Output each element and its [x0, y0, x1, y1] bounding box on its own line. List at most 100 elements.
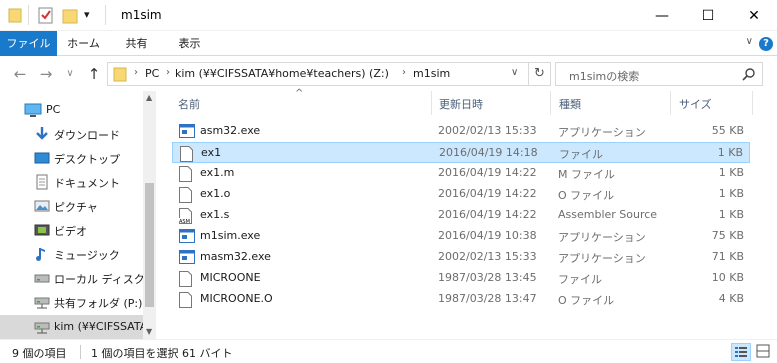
file-row[interactable]: ASM ex1.s 2016/04/19 14:22 Assembler Sou… [172, 205, 750, 226]
nav-item-label: ドキュメント [54, 177, 120, 190]
exe-icon [179, 124, 195, 139]
exe-icon [179, 229, 195, 244]
item-count: 9 個の項目 [12, 347, 67, 360]
pictures-icon [34, 198, 50, 214]
file-row[interactable]: ex1.o 2016/04/19 14:22 O ファイル 1 KB [172, 184, 750, 205]
file-size: 4 KB [718, 292, 744, 305]
nav-pane-scrollbar[interactable]: ▲ ▼ [143, 91, 156, 339]
large-icons-view-button[interactable] [754, 343, 774, 361]
search-box[interactable]: m1simの検索 [555, 62, 763, 86]
column-divider[interactable] [431, 91, 432, 115]
sort-indicator-icon: ^ [295, 88, 304, 99]
scrollbar-thumb[interactable] [145, 183, 154, 307]
selection-info: 1 個の項目を選択 61 バイト [91, 347, 233, 360]
column-header-type[interactable]: 種類 [559, 96, 581, 112]
nav-item-documents[interactable]: ドキュメント [0, 170, 143, 194]
tab-share[interactable]: 共有 [110, 31, 163, 56]
file-size: 1 KB [718, 187, 744, 200]
file-icon [179, 187, 193, 203]
file-size: 71 KB [711, 250, 744, 263]
details-view-button[interactable] [731, 343, 751, 361]
file-type: O ファイル [558, 294, 615, 307]
file-date: 1987/03/28 13:45 [438, 271, 537, 284]
ribbon-collapse-button[interactable]: ∨ [746, 36, 753, 47]
tab-file[interactable]: ファイル [0, 31, 57, 56]
nav-item-pc[interactable]: PC [0, 98, 143, 122]
forward-button[interactable]: → [36, 63, 56, 85]
file-name: ex1.o [200, 187, 231, 200]
maximize-button[interactable]: ☐ [685, 0, 731, 31]
file-size: 75 KB [711, 229, 744, 242]
breadcrumb-pc[interactable]: PC [145, 67, 159, 80]
column-divider[interactable] [550, 91, 551, 115]
nav-item-shared-folder[interactable]: 共有フォルダ (P:) [0, 290, 143, 314]
file-row[interactable]: MICROONE 1987/03/28 13:45 ファイル 10 KB [172, 268, 750, 289]
properties-icon[interactable] [38, 7, 54, 24]
scroll-down-icon[interactable]: ▼ [146, 327, 152, 336]
scroll-up-icon[interactable]: ▲ [146, 93, 152, 102]
file-name: ex1.m [200, 166, 235, 179]
close-button[interactable]: ✕ [731, 0, 777, 31]
new-folder-icon[interactable] [62, 7, 78, 24]
pc-icon [24, 102, 42, 118]
refresh-button[interactable]: ↻ [534, 66, 545, 81]
divider [105, 5, 106, 25]
file-type: アプリケーション [558, 126, 646, 139]
file-row[interactable]: m1sim.exe 2016/04/19 10:38 アプリケーション 75 K… [172, 226, 750, 247]
column-header-size[interactable]: サイズ [679, 96, 712, 112]
divider [28, 5, 29, 25]
tab-view[interactable]: 表示 [163, 31, 216, 56]
nav-item-desktop[interactable]: デスクトップ [0, 146, 143, 170]
file-icon [179, 166, 193, 182]
file-name: MICROONE.O [200, 292, 273, 305]
breadcrumb-folder[interactable]: m1sim [413, 67, 450, 80]
up-button[interactable]: ↑ [84, 63, 104, 85]
music-icon [34, 246, 50, 262]
breadcrumb-separator: › [402, 67, 406, 78]
nav-item-kim-drive[interactable]: kim (¥¥CIFSSATA [0, 315, 143, 339]
file-type: ファイル [559, 148, 603, 161]
file-row[interactable]: asm32.exe 2002/02/13 15:33 アプリケーション 55 K… [172, 121, 750, 142]
nav-item-label: デスクトップ [54, 153, 120, 166]
help-icon[interactable]: ? [759, 37, 773, 51]
documents-icon [34, 174, 50, 190]
file-type: ファイル [558, 273, 602, 286]
file-size: 10 KB [711, 271, 744, 284]
file-date: 2016/04/19 14:22 [438, 208, 537, 221]
videos-icon [34, 222, 50, 238]
file-type: アプリケーション [558, 252, 646, 265]
file-row[interactable]: ex1 2016/04/19 14:18 ファイル 1 KB [172, 142, 750, 163]
nav-item-local-disk[interactable]: ローカル ディスク (C [0, 266, 143, 290]
nav-item-videos[interactable]: ビデオ [0, 218, 143, 242]
file-row[interactable]: MICROONE.O 1987/03/28 13:47 O ファイル 4 KB [172, 289, 750, 310]
file-row[interactable]: ex1.m 2016/04/19 14:22 M ファイル 1 KB [172, 163, 750, 184]
search-input[interactable]: m1simの検索 [569, 68, 639, 84]
file-row[interactable]: masm32.exe 2002/02/13 15:33 アプリケーション 71 … [172, 247, 750, 268]
nav-item-music[interactable]: ミュージック [0, 242, 143, 266]
column-divider[interactable] [670, 91, 671, 115]
file-date: 2016/04/19 14:22 [438, 187, 537, 200]
column-headers: ^ 名前 更新日時 種類 サイズ [157, 88, 777, 115]
nav-item-downloads[interactable]: ダウンロード [0, 122, 143, 146]
breadcrumb-drive[interactable]: kim (¥¥CIFSSATA¥home¥teachers) (Z:) [175, 67, 389, 80]
recent-locations-button[interactable]: ∨ [60, 63, 80, 85]
divider [80, 345, 81, 359]
address-dropdown[interactable]: ∨ [511, 67, 518, 78]
window-title: m1sim [121, 8, 162, 22]
tab-home[interactable]: ホーム [57, 31, 110, 56]
back-button[interactable]: ← [10, 63, 30, 85]
breadcrumb-separator: › [134, 67, 138, 78]
column-divider[interactable] [752, 91, 753, 115]
quick-access-dropdown[interactable]: ▾ [84, 8, 90, 25]
address-bar[interactable]: › PC › kim (¥¥CIFSSATA¥home¥teachers) (Z… [107, 62, 551, 86]
nav-item-pictures[interactable]: ピクチャ [0, 194, 143, 218]
drive-icon [34, 270, 50, 286]
file-name: ex1.s [200, 208, 230, 221]
svg-text:ASM: ASM [179, 219, 190, 224]
minimize-button[interactable]: — [639, 0, 685, 31]
search-icon[interactable] [742, 67, 756, 84]
column-header-name[interactable]: 名前 [178, 96, 200, 112]
column-header-date[interactable]: 更新日時 [439, 96, 483, 112]
file-name: MICROONE [200, 271, 261, 284]
navigation-pane: PC ダウンロード デスクトップ ドキュメント ピクチャ ビデオ ミュージック … [0, 91, 156, 339]
